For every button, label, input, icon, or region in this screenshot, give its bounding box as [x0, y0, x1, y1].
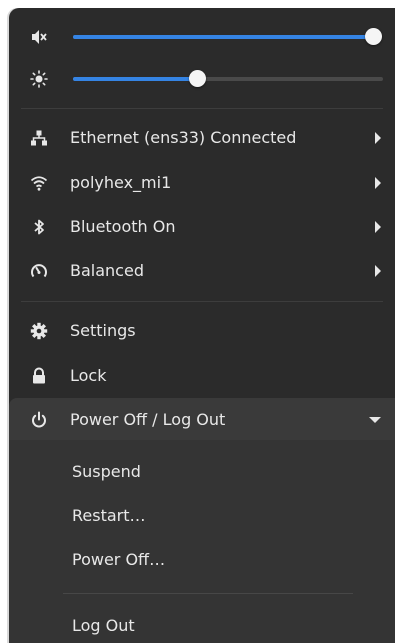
- brightness-slider-fill: [73, 77, 197, 81]
- volume-slider[interactable]: [73, 28, 382, 45]
- ethernet-label: Ethernet (ens33) Connected: [70, 128, 297, 147]
- power-menu-item[interactable]: Power Off / Log Out: [9, 398, 395, 442]
- brightness-icon: [29, 69, 49, 89]
- divider: [21, 301, 383, 302]
- settings-menu-item[interactable]: Settings: [9, 309, 395, 353]
- power-mode-label: Balanced: [70, 261, 144, 280]
- volume-slider-handle[interactable]: [364, 28, 382, 45]
- wifi-icon: [29, 173, 49, 193]
- restart-menu-item[interactable]: Restart…: [72, 506, 146, 526]
- system-menu: Ethernet (ens33) Connected polyhex_mi1 B…: [9, 8, 395, 643]
- chevron-down-icon: [369, 417, 381, 423]
- volume-slider-row: [9, 20, 395, 54]
- divider: [63, 593, 353, 594]
- lock-label: Lock: [70, 366, 107, 385]
- gear-icon: [29, 321, 49, 341]
- volume-slider-fill: [73, 35, 373, 39]
- bluetooth-icon: [29, 217, 49, 237]
- power-submenu: Suspend Restart… Power Off… Log Out: [9, 440, 395, 643]
- chevron-right-icon: [375, 221, 381, 233]
- bluetooth-label: Bluetooth On: [70, 217, 176, 236]
- power-label: Power Off / Log Out: [70, 410, 226, 429]
- brightness-slider-handle[interactable]: [188, 70, 206, 87]
- network-wired-icon: [29, 128, 49, 148]
- divider: [21, 108, 383, 109]
- power-mode-menu-item[interactable]: Balanced: [9, 249, 395, 293]
- chevron-right-icon: [375, 177, 381, 189]
- wifi-label: polyhex_mi1: [70, 173, 172, 192]
- wifi-menu-item[interactable]: polyhex_mi1: [9, 161, 395, 205]
- power-icon: [29, 410, 49, 430]
- brightness-slider-row: [9, 62, 395, 96]
- ethernet-menu-item[interactable]: Ethernet (ens33) Connected: [9, 116, 395, 160]
- volume-muted-icon[interactable]: [29, 27, 49, 47]
- brightness-slider[interactable]: [73, 70, 383, 87]
- settings-label: Settings: [70, 321, 136, 340]
- power-off-menu-item[interactable]: Power Off…: [72, 550, 165, 570]
- lock-menu-item[interactable]: Lock: [9, 354, 395, 398]
- bluetooth-menu-item[interactable]: Bluetooth On: [9, 205, 395, 249]
- lock-icon: [29, 366, 49, 386]
- suspend-menu-item[interactable]: Suspend: [72, 462, 141, 482]
- chevron-right-icon: [375, 132, 381, 144]
- log-out-menu-item[interactable]: Log Out: [72, 616, 135, 636]
- power-profile-icon: [29, 261, 49, 281]
- chevron-right-icon: [375, 265, 381, 277]
